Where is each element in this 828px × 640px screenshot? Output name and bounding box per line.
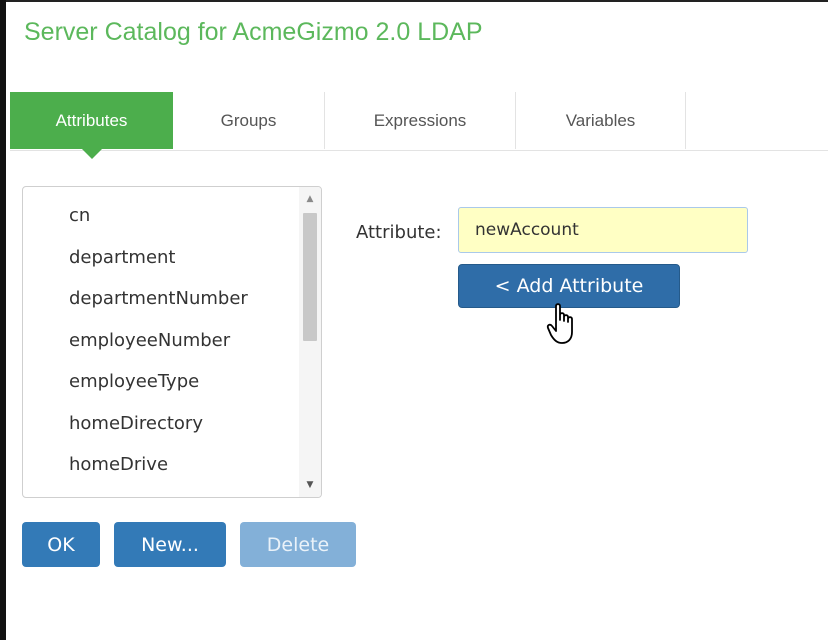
dialog-title: Server Catalog for AcmeGizmo 2.0 LDAP	[24, 18, 483, 46]
list-item[interactable]: cn	[63, 195, 299, 237]
attribute-input[interactable]	[458, 207, 748, 253]
tab-groups[interactable]: Groups	[173, 92, 325, 149]
tab-variables[interactable]: Variables	[516, 92, 686, 149]
server-catalog-dialog: Server Catalog for AcmeGizmo 2.0 LDAP At…	[6, 2, 828, 640]
attribute-list: cn department departmentNumber employeeN…	[23, 187, 299, 486]
tab-expressions[interactable]: Expressions	[325, 92, 516, 149]
scroll-down-arrow-icon[interactable]: ▼	[299, 475, 321, 495]
list-item[interactable]: homeDrive	[63, 444, 299, 486]
list-item[interactable]: departmentNumber	[63, 278, 299, 320]
new-button[interactable]: New...	[114, 522, 226, 567]
list-scrollbar[interactable]: ▲ ▼	[299, 187, 321, 497]
scrollbar-thumb[interactable]	[303, 213, 317, 341]
list-item[interactable]: homeDirectory	[63, 403, 299, 445]
attribute-listbox[interactable]: cn department departmentNumber employeeN…	[22, 186, 322, 498]
delete-button[interactable]: Delete	[240, 522, 356, 567]
list-item[interactable]: employeeType	[63, 361, 299, 403]
list-item[interactable]: employeeNumber	[63, 320, 299, 362]
hand-pointer-cursor-icon	[546, 303, 573, 344]
scroll-up-arrow-icon[interactable]: ▲	[299, 189, 321, 209]
tab-bar: Attributes Groups Expressions Variables	[10, 92, 828, 159]
list-item[interactable]: department	[63, 237, 299, 279]
attribute-label: Attribute:	[356, 222, 442, 243]
tab-attributes[interactable]: Attributes	[10, 92, 173, 159]
ok-button[interactable]: OK	[22, 522, 100, 567]
